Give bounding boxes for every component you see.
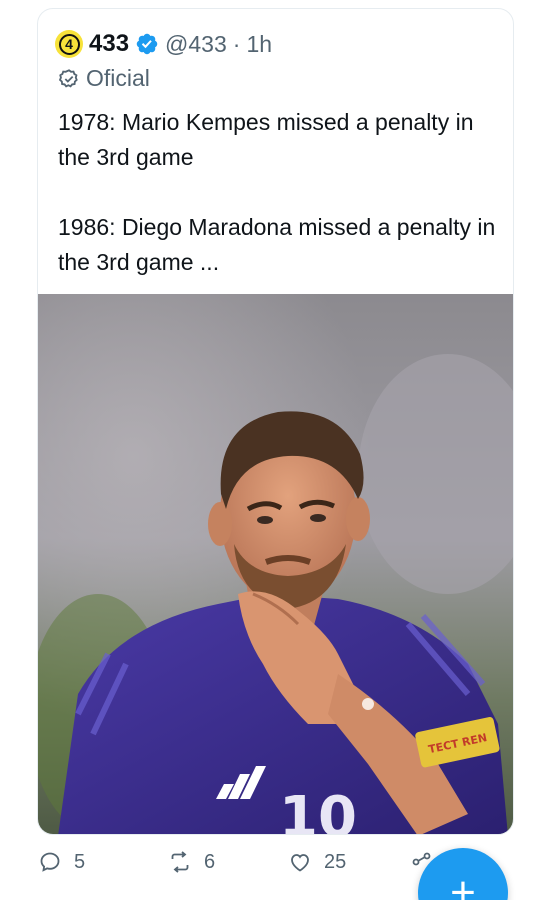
like-icon xyxy=(291,854,309,872)
separator-dot: · xyxy=(232,30,241,57)
retweet-icon xyxy=(171,851,189,873)
shirt-number: 10 xyxy=(279,785,357,835)
like-button[interactable]: 25 xyxy=(288,850,346,874)
avatar-logo-text: 4 xyxy=(58,33,80,55)
official-label-text: Oficial xyxy=(86,65,150,91)
compose-icon: + xyxy=(450,868,476,900)
tweet-photo[interactable]: TECT REN 10 xyxy=(38,294,513,835)
account-handle[interactable]: @433 xyxy=(165,31,227,58)
account-name[interactable]: 433 xyxy=(89,30,129,58)
reply-icon xyxy=(40,852,60,872)
retweet-count: 6 xyxy=(204,850,216,873)
official-label: Oficial xyxy=(58,65,150,92)
tweet-paragraph: 1986: Diego Maradona missed a penalty in… xyxy=(58,214,496,275)
official-check-icon xyxy=(58,68,78,87)
tweet-timestamp[interactable]: 1h xyxy=(246,31,272,58)
tweet-card[interactable]: 4 433 @433 · 1h Oficial 1978: Mario Kemp… xyxy=(37,8,514,835)
like-count: 25 xyxy=(324,850,347,873)
retweet-button[interactable]: 6 xyxy=(168,850,215,874)
account-avatar[interactable]: 4 xyxy=(55,30,83,58)
tweet-body: 1978: Mario Kempes missed a penalty in t… xyxy=(58,105,498,315)
verified-badge-icon xyxy=(136,33,158,55)
tweet-header: 4 433 @433 · 1h xyxy=(55,29,272,59)
player-photo: TECT REN 10 xyxy=(38,294,513,835)
reply-button[interactable]: 5 xyxy=(38,850,85,874)
tweet-paragraph: 1978: Mario Kempes missed a penalty in t… xyxy=(58,109,474,170)
reply-count: 5 xyxy=(74,850,86,873)
